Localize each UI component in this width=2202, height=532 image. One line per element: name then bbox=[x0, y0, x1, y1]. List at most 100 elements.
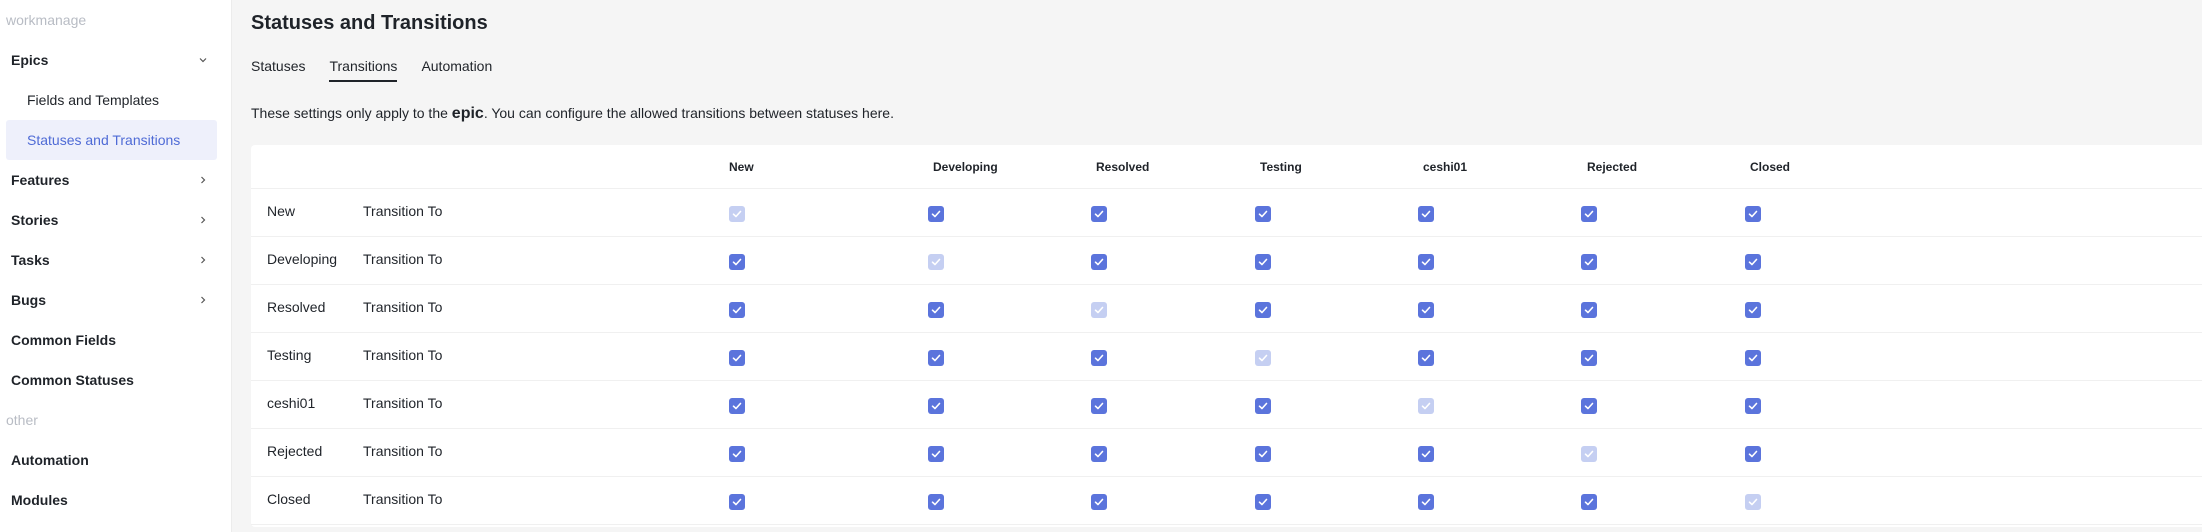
transition-checkbox[interactable] bbox=[1581, 350, 1597, 366]
scope-note: These settings only apply to the epic. Y… bbox=[251, 105, 894, 123]
transition-checkbox[interactable] bbox=[729, 254, 745, 270]
sidebar-item-tasks[interactable]: Tasks bbox=[0, 240, 231, 280]
transition-checkbox[interactable] bbox=[1745, 302, 1761, 318]
check-icon bbox=[1421, 306, 1431, 314]
check-icon bbox=[931, 354, 941, 362]
transition-checkbox[interactable] bbox=[1091, 206, 1107, 222]
transition-checkbox[interactable] bbox=[1745, 446, 1761, 462]
check-icon bbox=[1258, 258, 1268, 266]
transition-checkbox[interactable] bbox=[928, 350, 944, 366]
check-icon bbox=[1748, 498, 1758, 506]
transition-checkbox[interactable] bbox=[729, 350, 745, 366]
sidebar-item-stories[interactable]: Stories bbox=[0, 200, 231, 240]
transition-checkbox[interactable] bbox=[928, 494, 944, 510]
table-row: Testing Transition To bbox=[251, 333, 2202, 381]
sidebar-section-other: other bbox=[6, 412, 38, 428]
check-icon bbox=[1094, 402, 1104, 410]
app-root: workmanage Epics Fields and Templates St… bbox=[0, 0, 2202, 532]
transition-checkbox[interactable] bbox=[1581, 206, 1597, 222]
transition-checkbox[interactable] bbox=[1091, 398, 1107, 414]
row-status-label: Resolved bbox=[267, 299, 326, 315]
sidebar-item-features[interactable]: Features bbox=[0, 160, 231, 200]
check-icon bbox=[1584, 450, 1594, 458]
transition-checkbox[interactable] bbox=[1581, 494, 1597, 510]
check-icon bbox=[1748, 402, 1758, 410]
check-icon bbox=[732, 354, 742, 362]
matrix-header-row: New Developing Resolved Testing ceshi01 Rejec… bbox=[251, 145, 2202, 189]
sidebar-item-epics[interactable]: Epics bbox=[0, 40, 231, 80]
sidebar-subitem-fields-templates[interactable]: Fields and Templates bbox=[0, 80, 231, 120]
check-icon bbox=[931, 258, 941, 266]
transition-checkbox[interactable] bbox=[1418, 206, 1434, 222]
transition-checkbox[interactable] bbox=[928, 398, 944, 414]
transition-checkbox[interactable] bbox=[1255, 494, 1271, 510]
note-text-post: . You can configure the allowed transiti… bbox=[483, 105, 894, 121]
tab-bar: Statuses Transitions Automation bbox=[251, 56, 492, 82]
transition-checkbox[interactable] bbox=[729, 446, 745, 462]
check-icon bbox=[1584, 498, 1594, 506]
transition-checkbox[interactable] bbox=[1745, 254, 1761, 270]
transition-checkbox-disabled bbox=[1418, 398, 1434, 414]
note-text-pre: These settings only apply to the bbox=[251, 105, 452, 121]
tab-automation[interactable]: Automation bbox=[421, 56, 492, 82]
transition-checkbox[interactable] bbox=[1418, 350, 1434, 366]
check-icon bbox=[732, 258, 742, 266]
check-icon bbox=[1584, 210, 1594, 218]
chevron-right-icon bbox=[197, 280, 209, 320]
transition-checkbox[interactable] bbox=[1255, 398, 1271, 414]
check-icon bbox=[732, 498, 742, 506]
sidebar-item-label: Epics bbox=[11, 52, 49, 68]
check-icon bbox=[732, 306, 742, 314]
row-transition-label: Transition To bbox=[363, 251, 443, 267]
row-status-label: New bbox=[267, 203, 296, 219]
check-icon bbox=[1584, 258, 1594, 266]
transition-checkbox[interactable] bbox=[1091, 350, 1107, 366]
transition-checkbox[interactable] bbox=[1581, 254, 1597, 270]
transition-checkbox[interactable] bbox=[1745, 206, 1761, 222]
sidebar-item-modules[interactable]: Modules bbox=[0, 480, 231, 520]
check-icon bbox=[1748, 210, 1758, 218]
transitions-matrix: New Developing Resolved Testing ceshi01 Rejec… bbox=[251, 145, 2202, 527]
transition-checkbox[interactable] bbox=[1418, 302, 1434, 318]
note-text-strong: epic bbox=[451, 105, 484, 122]
transition-checkbox[interactable] bbox=[1255, 206, 1271, 222]
transition-checkbox[interactable] bbox=[1255, 302, 1271, 318]
main-content: Statuses and Transitions Statuses Transi… bbox=[232, 0, 2202, 532]
transition-checkbox[interactable] bbox=[1255, 254, 1271, 270]
transition-checkbox[interactable] bbox=[729, 494, 745, 510]
sidebar-item-common-statuses[interactable]: Common Statuses bbox=[0, 360, 231, 400]
transition-checkbox-disabled bbox=[928, 254, 944, 270]
transition-checkbox[interactable] bbox=[928, 302, 944, 318]
transition-checkbox-disabled bbox=[1091, 302, 1107, 318]
tab-transitions[interactable]: Transitions bbox=[329, 56, 397, 82]
transition-checkbox[interactable] bbox=[1745, 350, 1761, 366]
transition-checkbox-disabled bbox=[1255, 350, 1271, 366]
sidebar-subitem-statuses-transitions[interactable]: Statuses and Transitions bbox=[6, 120, 217, 160]
transition-checkbox[interactable] bbox=[1418, 494, 1434, 510]
transition-checkbox[interactable] bbox=[1255, 446, 1271, 462]
sidebar-item-label: Tasks bbox=[11, 252, 50, 268]
check-icon bbox=[1421, 450, 1431, 458]
check-icon bbox=[931, 210, 941, 218]
transition-checkbox[interactable] bbox=[1091, 254, 1107, 270]
transition-checkbox[interactable] bbox=[928, 446, 944, 462]
transition-checkbox[interactable] bbox=[1091, 446, 1107, 462]
check-icon bbox=[1258, 354, 1268, 362]
transition-checkbox[interactable] bbox=[1581, 398, 1597, 414]
transition-checkbox[interactable] bbox=[1091, 494, 1107, 510]
sidebar-item-bugs[interactable]: Bugs bbox=[0, 280, 231, 320]
check-icon bbox=[1258, 210, 1268, 218]
transition-checkbox[interactable] bbox=[729, 398, 745, 414]
check-icon bbox=[732, 210, 742, 218]
sidebar-item-common-fields[interactable]: Common Fields bbox=[0, 320, 231, 360]
transition-checkbox[interactable] bbox=[928, 206, 944, 222]
transition-checkbox[interactable] bbox=[729, 302, 745, 318]
transition-checkbox[interactable] bbox=[1745, 398, 1761, 414]
transition-checkbox[interactable] bbox=[1418, 446, 1434, 462]
sidebar: workmanage Epics Fields and Templates St… bbox=[0, 0, 232, 532]
transition-checkbox[interactable] bbox=[1581, 302, 1597, 318]
transition-checkbox[interactable] bbox=[1418, 254, 1434, 270]
sidebar-item-automation[interactable]: Automation bbox=[0, 440, 231, 480]
sidebar-section-workmanage: workmanage bbox=[6, 12, 87, 28]
tab-statuses[interactable]: Statuses bbox=[251, 56, 305, 82]
